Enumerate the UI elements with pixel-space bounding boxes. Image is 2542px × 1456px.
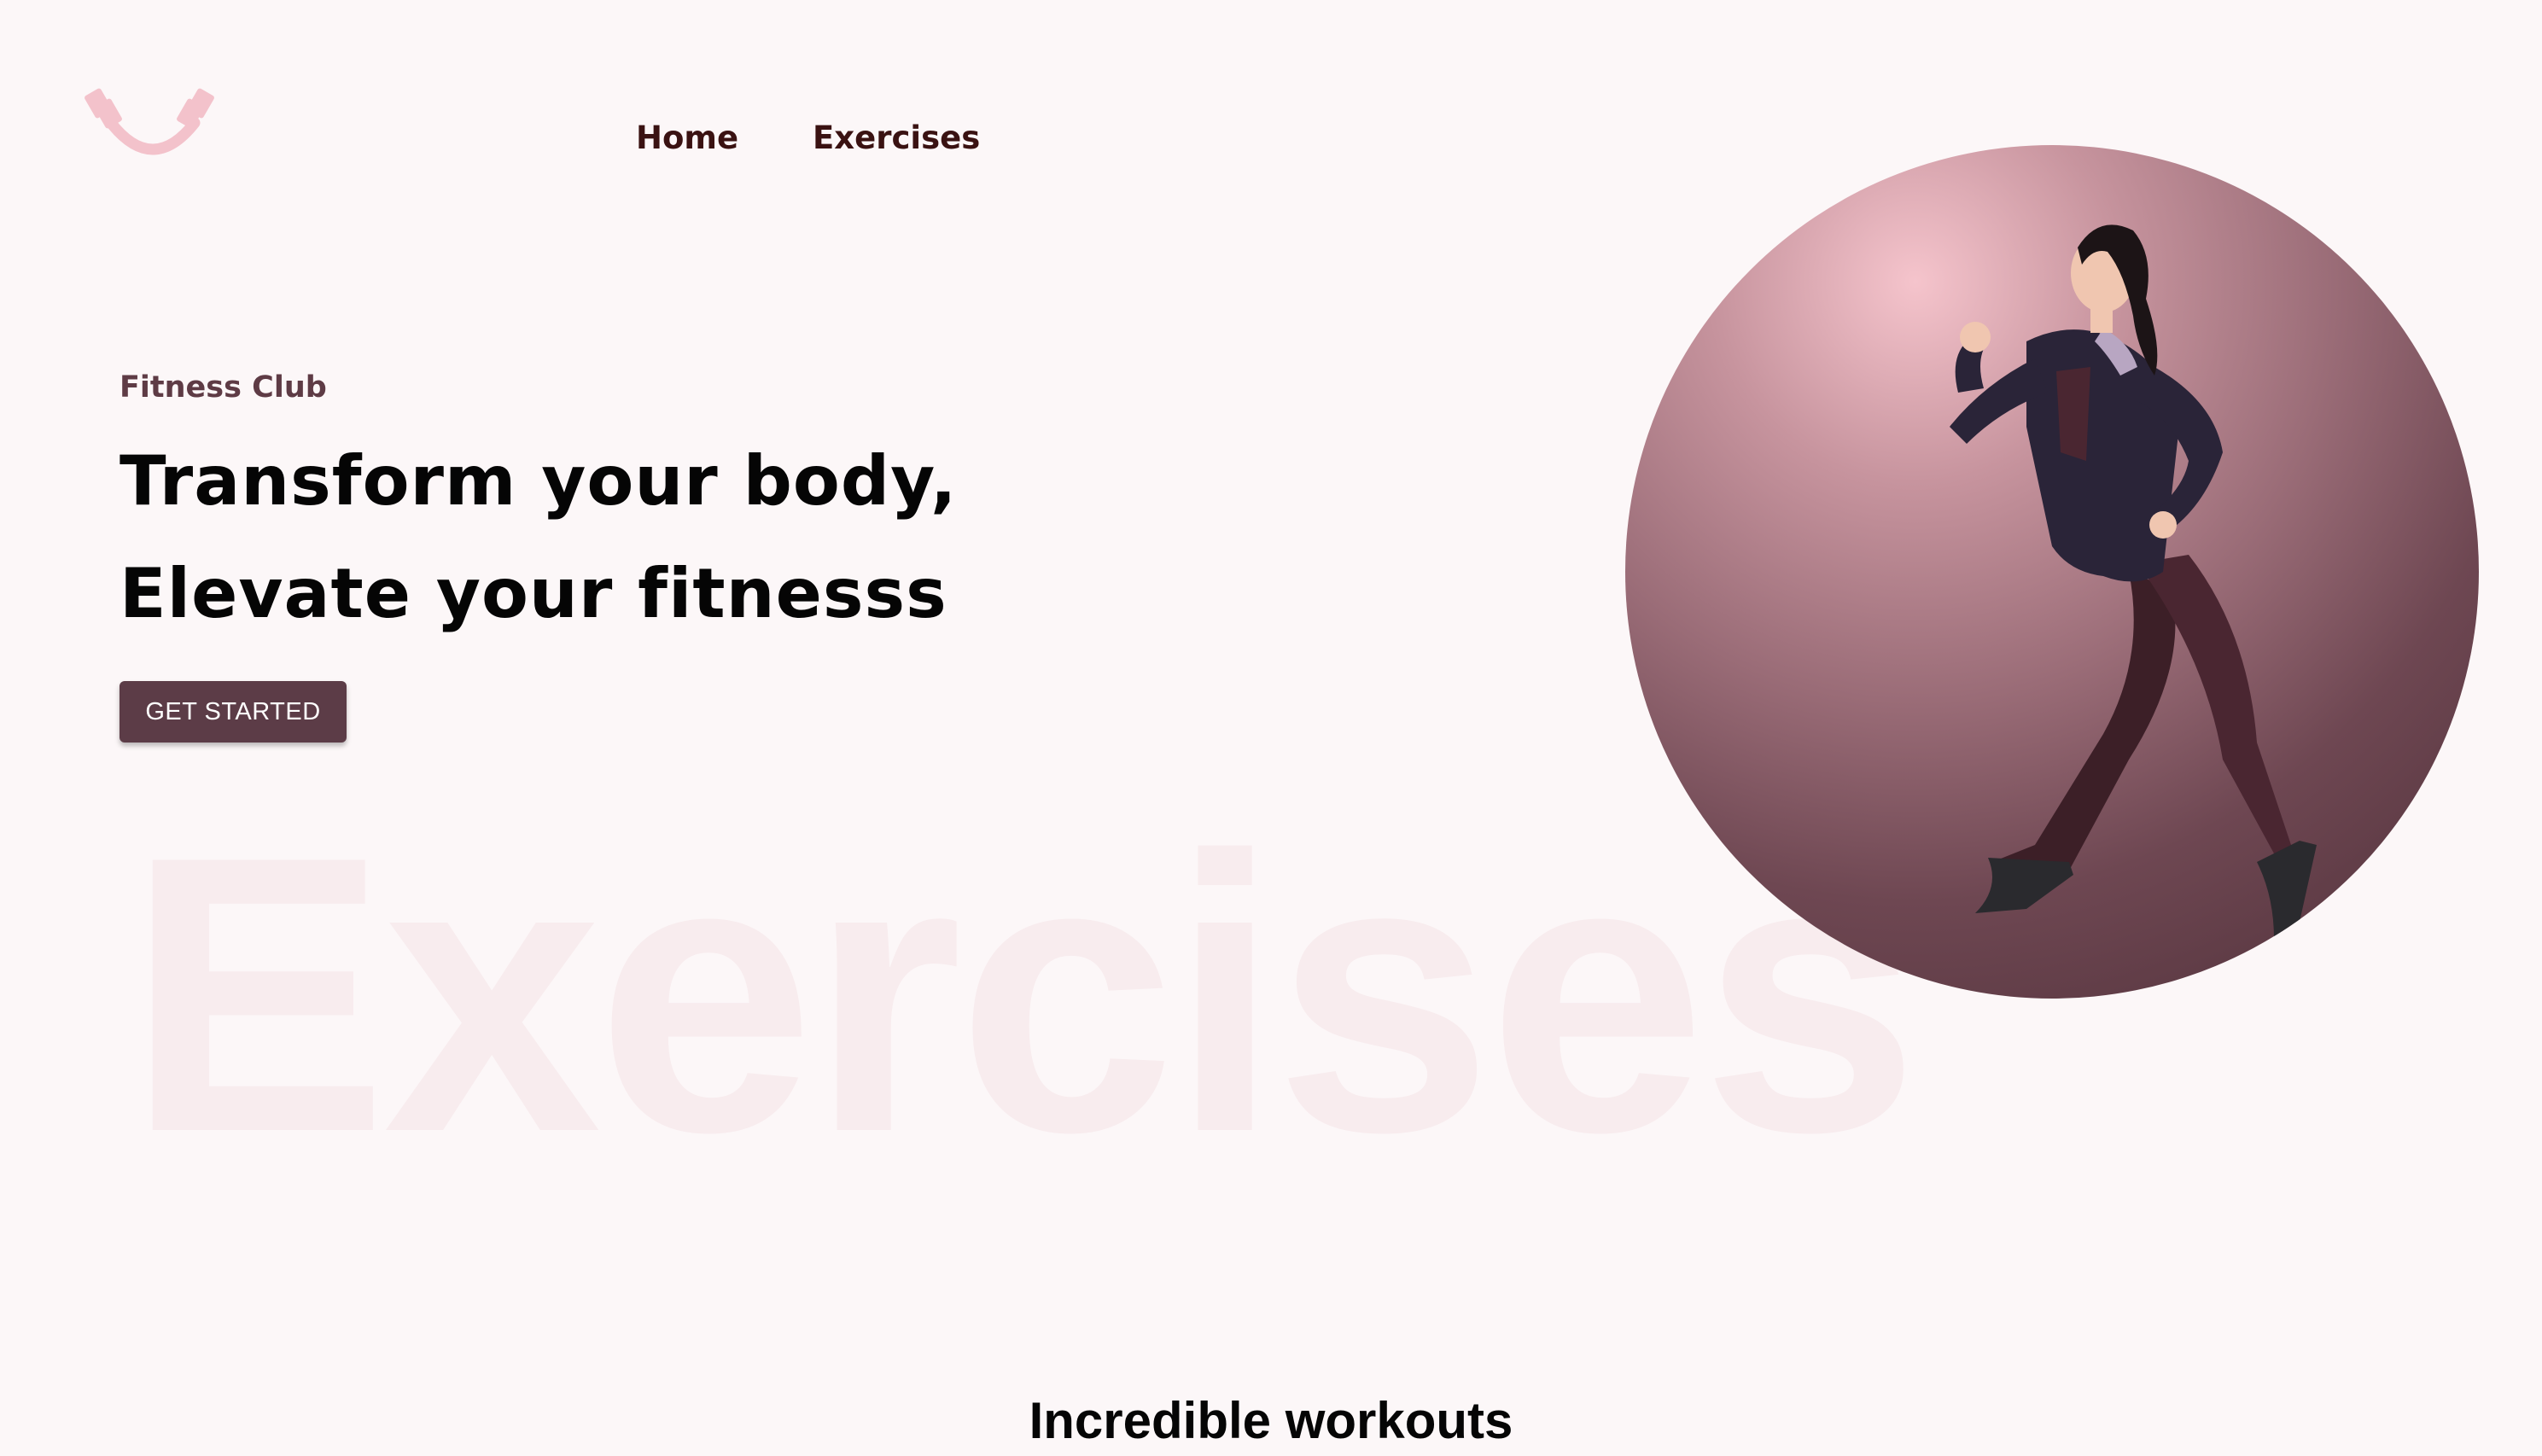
get-started-button[interactable]: GET STARTED bbox=[120, 681, 347, 743]
nav-link-exercises[interactable]: Exercises bbox=[813, 119, 980, 156]
hero-title: Transform your body, Elevate your fitnes… bbox=[120, 425, 957, 650]
dumbbell-logo-icon[interactable] bbox=[82, 82, 224, 162]
section-title: Incredible workouts bbox=[1029, 1392, 1513, 1449]
hero-kicker: Fitness Club bbox=[120, 370, 327, 405]
hero-image bbox=[1625, 145, 2479, 999]
woman-running-illustration bbox=[1950, 224, 2317, 939]
nav-link-home[interactable]: Home bbox=[636, 119, 738, 156]
hero-title-line-2: Elevate your fitnesss bbox=[120, 554, 947, 633]
hero-title-line-1: Transform your body, bbox=[120, 441, 958, 521]
